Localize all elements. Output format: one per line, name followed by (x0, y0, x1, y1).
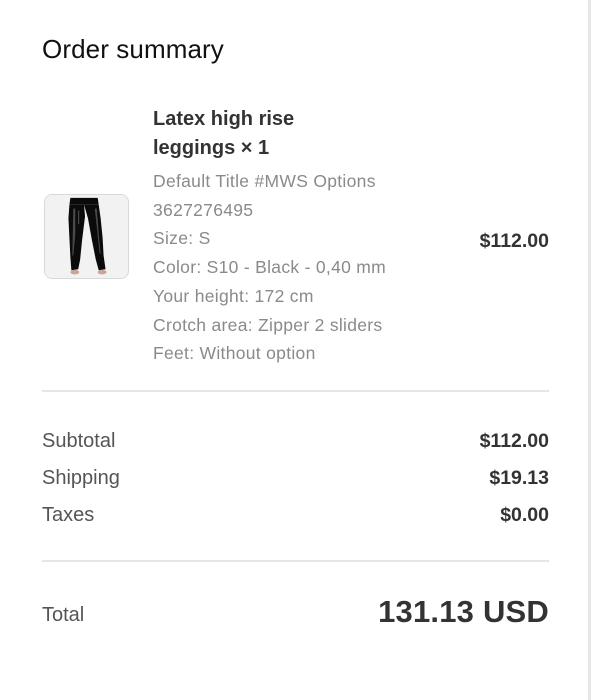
total-value: 131.13 USD (378, 594, 549, 629)
product-name: Latex high rise leggings × 1 (153, 108, 295, 159)
product-option-height: Your height: 172 cm (153, 285, 314, 306)
subtotal-value: $112.00 (479, 429, 549, 452)
shipping-row: Shipping $19.13 (42, 463, 549, 493)
product-thumbnail[interactable] (44, 194, 129, 279)
product-option-title: Default Title #MWS Options (153, 171, 376, 191)
product-option-size: Size: S (153, 228, 211, 249)
line-item-info: Latex high rise leggings × 1 Default Tit… (153, 105, 453, 368)
subtotal-label: Subtotal (42, 429, 116, 452)
line-item: Latex high rise leggings × 1 Default Tit… (42, 105, 549, 370)
total-row: Total 131.13 USD (42, 588, 549, 636)
taxes-value: $0.00 (500, 503, 549, 526)
product-option-color: Color: S10 - Black - 0,40 mm (153, 257, 387, 278)
line-item-price: $112.00 (479, 230, 549, 252)
taxes-row: Taxes $0.00 (42, 500, 549, 530)
subtotal-row: Subtotal $112.00 (42, 426, 549, 456)
product-option-id: 3627276495 (153, 199, 254, 220)
product-option-crotch: Crotch area: Zipper 2 sliders (153, 314, 383, 335)
product-option-feet: Feet: Without option (153, 343, 316, 364)
total-label: Total (42, 603, 85, 626)
shipping-label: Shipping (42, 466, 120, 489)
divider (42, 390, 549, 392)
taxes-label: Taxes (42, 503, 95, 526)
leggings-image (45, 195, 128, 278)
order-summary-title: Order summary (42, 34, 224, 64)
divider (42, 560, 549, 562)
shipping-value: $19.13 (489, 466, 549, 489)
order-summary-page: Order summary Latex high rise leggings ×… (0, 0, 591, 700)
